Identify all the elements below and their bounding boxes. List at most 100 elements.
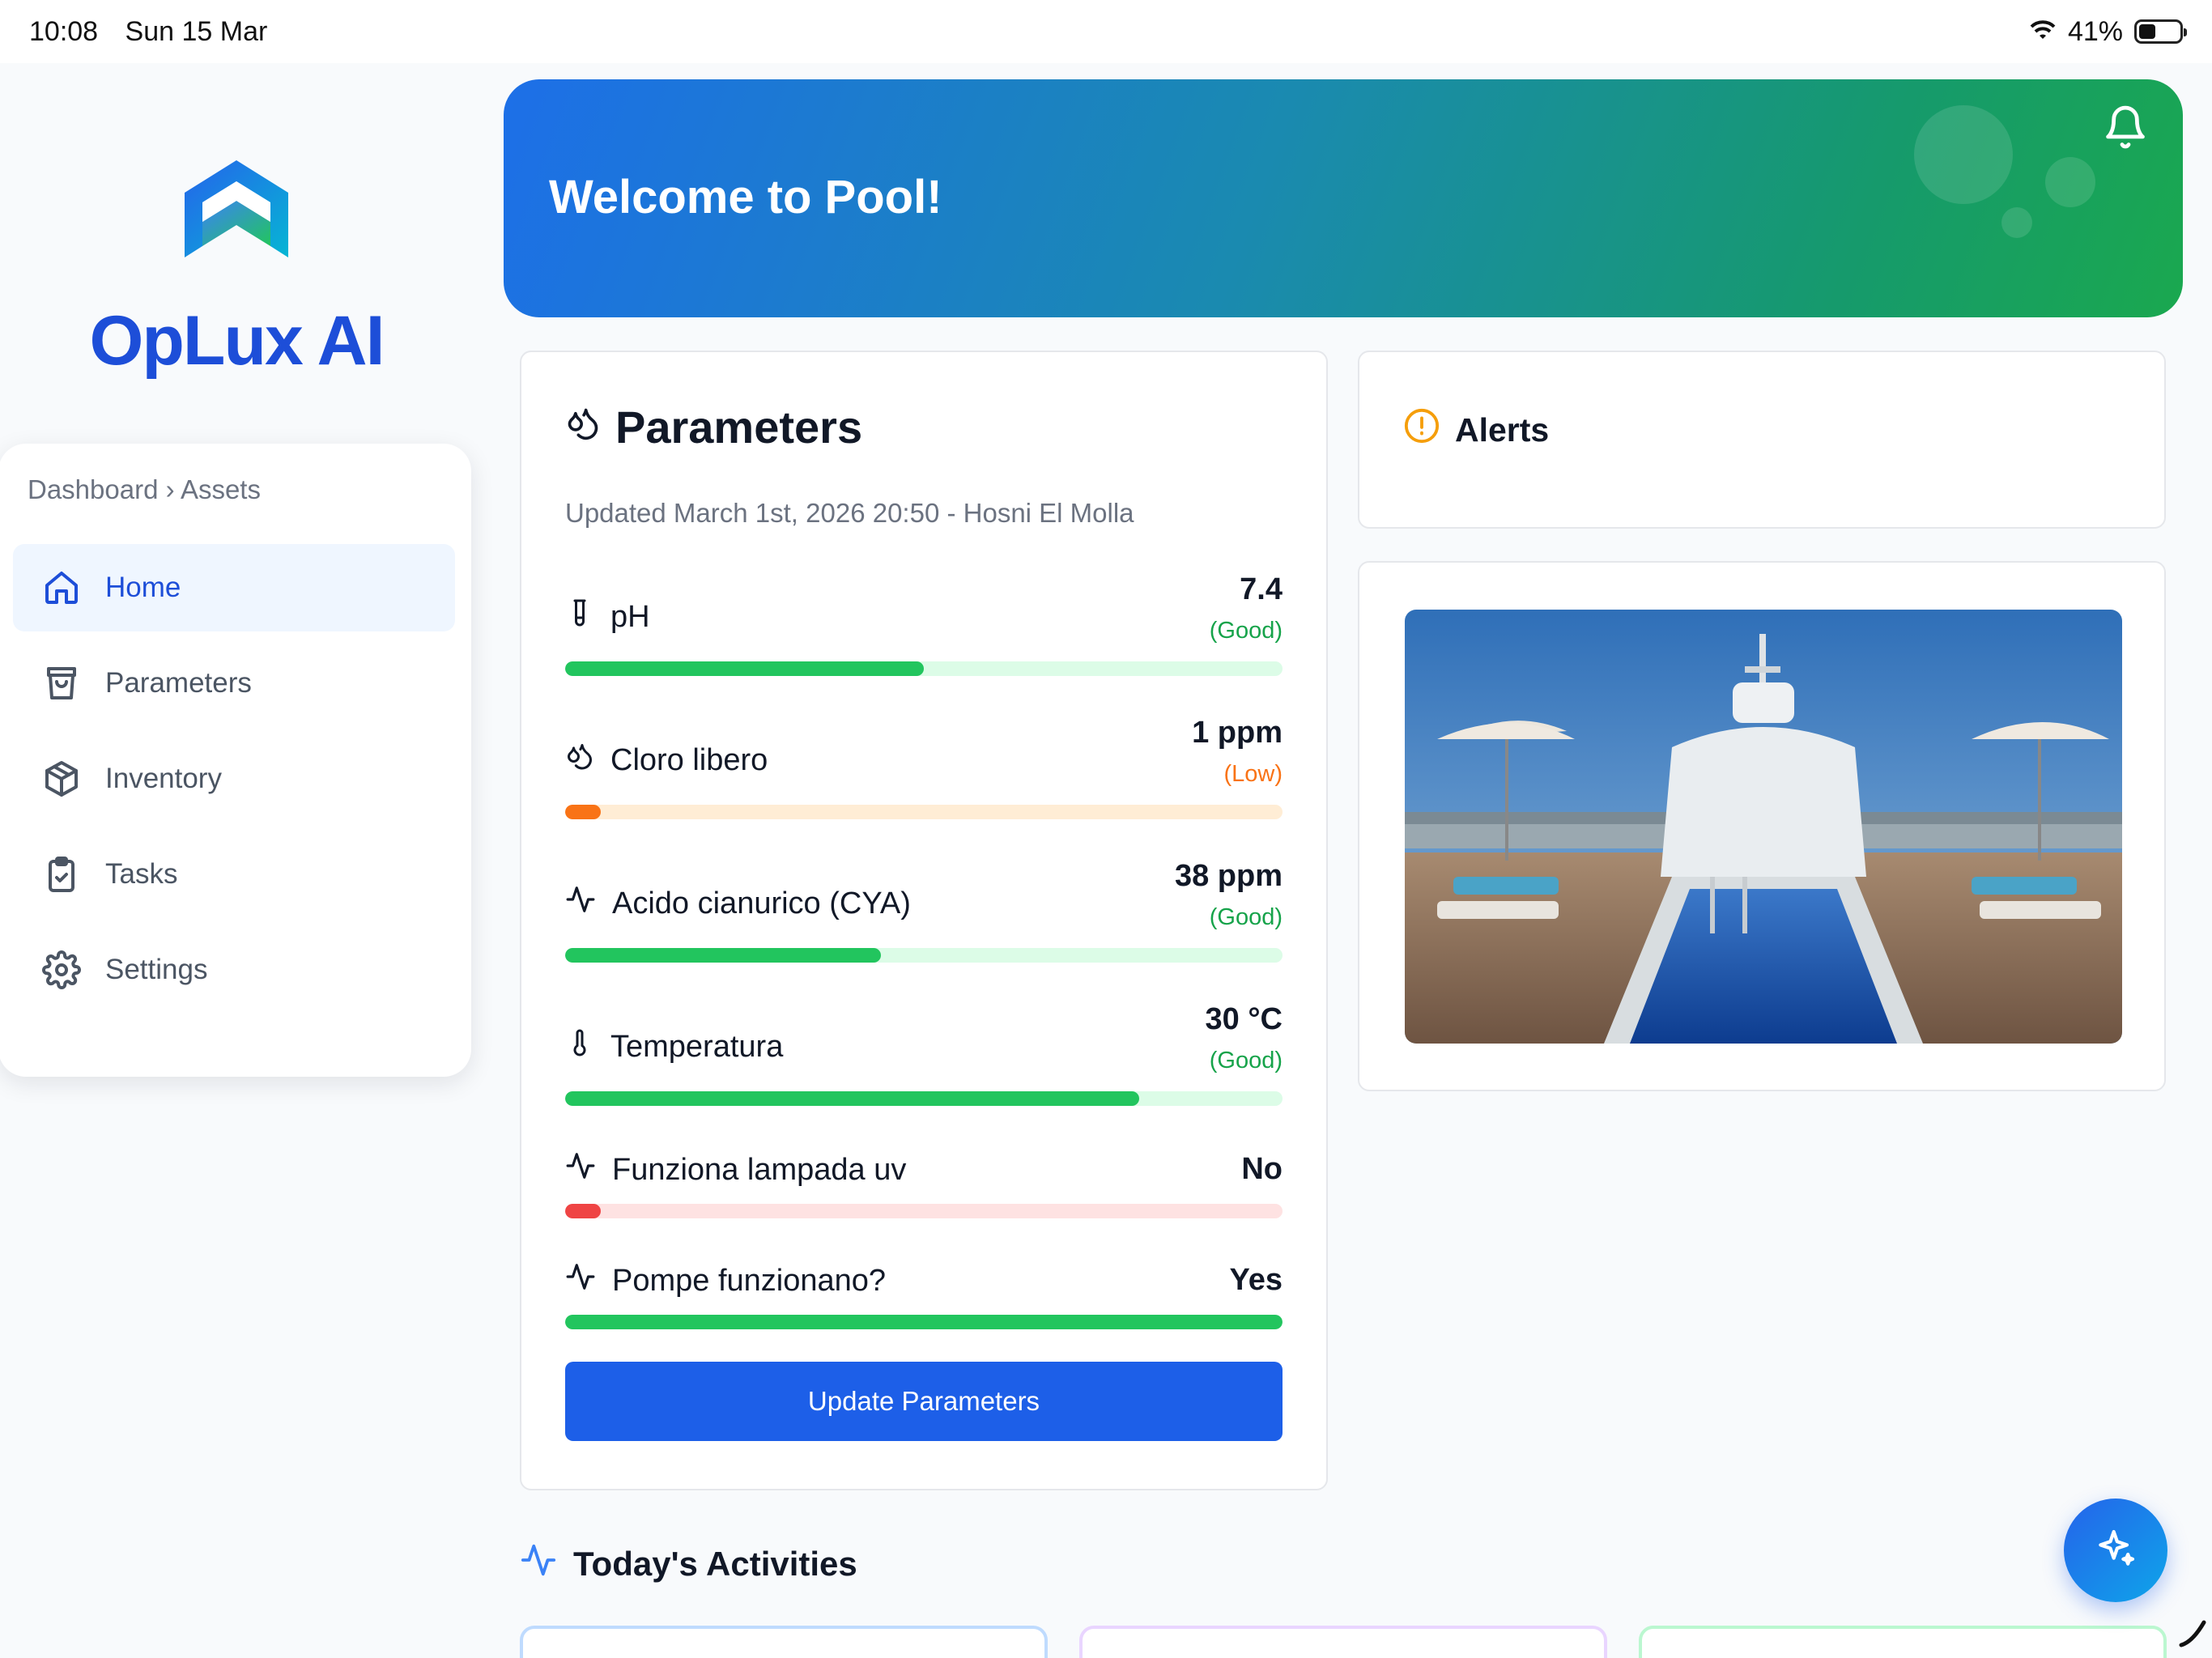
package-icon (42, 759, 81, 798)
welcome-banner: Welcome to Pool! (504, 79, 2183, 317)
param-label-text: Pompe funzionano? (612, 1263, 887, 1298)
activity-icon (565, 1150, 612, 1189)
alerts-card: Alerts (1358, 351, 2166, 529)
sidebar-item-label: Parameters (105, 667, 252, 699)
battery-percent: 41% (2067, 15, 2123, 47)
param-status: (Good) (1209, 618, 1283, 644)
home-icon (42, 568, 81, 607)
status-date: Sun 15 Mar (125, 15, 268, 47)
wifi-icon (2029, 16, 2057, 48)
sidebar-item-inventory[interactable]: Inventory (13, 735, 455, 823)
param-label-text: Acido cianurico (CYA) (612, 886, 911, 920)
param-label: Acido cianurico (CYA) (565, 859, 911, 948)
parameters-card: Parameters Updated March 1st, 2026 20:50… (520, 351, 1328, 1490)
param-value: 38 ppm (1174, 859, 1283, 893)
banner-bubble (2045, 157, 2095, 207)
param-track (565, 1315, 1283, 1329)
activity-icon (520, 1541, 573, 1587)
sidebar-item-label: Inventory (105, 763, 222, 794)
param-value: 7.4 (1240, 572, 1283, 606)
activity-icon (565, 1261, 612, 1300)
status-left: 10:08 Sun 15 Mar (29, 16, 287, 48)
param-label: Temperatura (565, 1002, 783, 1091)
param-value: Yes (1229, 1263, 1283, 1297)
sidebar-item-home[interactable]: Home (13, 544, 455, 631)
param-fill (565, 661, 924, 676)
param-row-cloro: Cloro libero 1 ppm (Low) (565, 716, 1283, 805)
status-right: 41% (2029, 15, 2187, 48)
param-status: (Good) (1209, 904, 1283, 930)
banner-title: Welcome to Pool! (549, 171, 942, 223)
droplets-icon (565, 740, 610, 780)
logo-mark-icon (185, 160, 288, 257)
sidebar-item-label: Home (105, 572, 181, 603)
ai-assistant-button[interactable] (2064, 1499, 2167, 1602)
battery-icon (2134, 19, 2187, 44)
alerts-header: Alerts (1403, 407, 1549, 453)
param-fill (565, 1315, 1283, 1329)
param-label: Cloro libero (565, 716, 768, 805)
sidebar-nav: Home Parameters Inventory Tasks Settings (13, 544, 455, 1022)
param-status: (Low) (1223, 761, 1283, 787)
param-status: (Good) (1209, 1048, 1283, 1073)
droplets-icon (565, 401, 615, 453)
activity-icon (565, 884, 612, 923)
sidebar-item-parameters[interactable]: Parameters (13, 640, 455, 727)
param-fill (565, 948, 881, 963)
parameters-updated: Updated March 1st, 2026 20:50 - Hosni El… (565, 498, 1134, 528)
sidebar: Dashboard › Assets Home Parameters Inven… (0, 444, 471, 1077)
param-label-text: Temperatura (610, 1029, 784, 1064)
thermometer-icon (565, 1027, 610, 1067)
param-fill (565, 805, 602, 819)
test-tube-icon (565, 597, 610, 637)
update-parameters-button[interactable]: Update Parameters (565, 1362, 1283, 1441)
alert-circle-icon (1403, 407, 1455, 453)
param-label-text: Cloro libero (610, 742, 768, 777)
param-row-cya: Acido cianurico (CYA) 38 ppm (Good) (565, 859, 1283, 948)
activity-card[interactable] (1639, 1626, 2167, 1658)
sidebar-item-settings[interactable]: Settings (13, 926, 455, 1014)
activity-card[interactable] (520, 1626, 1048, 1658)
app-root: 10:08 Sun 15 Mar 41% OpLux AI Dashboard … (0, 0, 2212, 1658)
sidebar-item-tasks[interactable]: Tasks (13, 831, 455, 918)
sparkles-icon (2093, 1526, 2138, 1575)
banner-bubble (1914, 105, 2013, 204)
breadcrumb[interactable]: Dashboard › Assets (28, 474, 261, 505)
param-label: pH (565, 572, 650, 661)
param-fill (565, 1091, 1139, 1106)
bell-icon[interactable] (2102, 102, 2149, 156)
param-track (565, 805, 1283, 819)
alerts-title: Alerts (1455, 410, 1550, 449)
param-row-ph: pH 7.4 (Good) (565, 572, 1283, 661)
param-row-temperatura: Temperatura 30 °C (Good) (565, 1002, 1283, 1091)
activities-title: Today's Activities (573, 1545, 857, 1583)
sidebar-item-label: Tasks (105, 858, 178, 890)
param-label: Funziona lampada uv (565, 1146, 906, 1194)
clipboard-check-icon (42, 855, 81, 894)
activities-header: Today's Activities (520, 1541, 857, 1587)
param-track (565, 1204, 1283, 1218)
pool-image-card (1358, 561, 2166, 1091)
param-fill (565, 1204, 602, 1218)
battery-fill (2139, 24, 2155, 39)
status-time: 10:08 (29, 15, 99, 47)
sidebar-item-label: Settings (105, 954, 208, 985)
pool-photo-illustration (1405, 610, 2122, 1044)
param-track (565, 661, 1283, 676)
parameters-title: Parameters (615, 402, 863, 453)
param-value: No (1241, 1152, 1283, 1186)
param-track (565, 948, 1283, 963)
pool-photo (1405, 610, 2122, 1044)
brand-name: OpLux AI (89, 302, 385, 380)
gear-icon (42, 950, 81, 989)
param-label-text: pH (610, 599, 650, 634)
activity-card[interactable] (1079, 1626, 1607, 1658)
param-track (565, 1091, 1283, 1106)
param-value: 30 °C (1205, 1002, 1283, 1036)
param-row-pompe: Pompe funzionano? Yes (565, 1256, 1283, 1305)
param-label-text: Funziona lampada uv (612, 1152, 907, 1187)
banner-bubble (2001, 207, 2032, 238)
shopping-bag-icon (42, 664, 81, 703)
scroll-corner-indicator (2176, 1618, 2209, 1654)
parameters-header: Parameters (565, 401, 862, 453)
